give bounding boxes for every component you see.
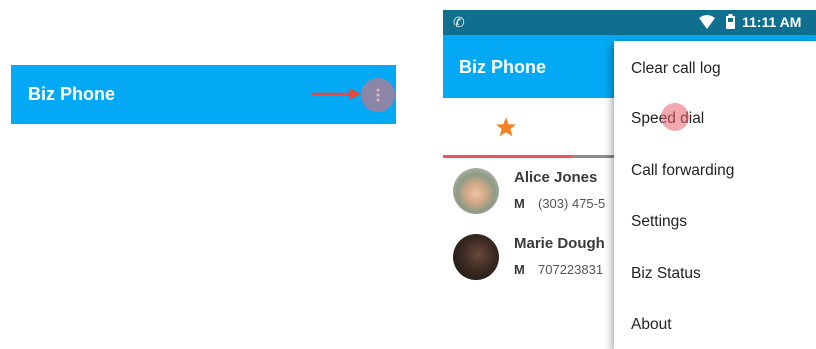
left-app-title: Biz Phone	[28, 84, 116, 104]
menu-item-speed-dial[interactable]: Speed dial	[614, 93, 816, 144]
menu-item-about[interactable]: About	[614, 299, 816, 349]
avatar	[453, 168, 499, 214]
avatar	[453, 234, 499, 280]
menu-item-call-forwarding[interactable]: Call forwarding	[614, 145, 816, 196]
status-bar: ✆ 11:11 AM	[443, 10, 816, 35]
phone-call-icon: ✆	[453, 14, 465, 30]
star-icon	[495, 117, 517, 137]
contact-number-type: M	[514, 196, 525, 211]
menu-item-settings[interactable]: Settings	[614, 196, 816, 247]
battery-icon	[726, 14, 735, 29]
contact-number: (303) 475-5	[538, 196, 606, 211]
phone-screen: ✆ 11:11 AM Biz Phone Alice Jones M (303)…	[443, 10, 816, 349]
overflow-menu: Clear call log Speed dial Call forwardin…	[614, 41, 816, 349]
contact-name: Alice Jones	[514, 169, 598, 186]
menu-item-clear-call-log[interactable]: Clear call log	[614, 43, 816, 94]
app-title: Biz Phone	[459, 57, 547, 77]
tab-favorites[interactable]	[443, 98, 573, 156]
touch-indicator	[661, 103, 689, 131]
contact-number: 707223831	[538, 262, 604, 277]
left-overflow-menu-button[interactable]	[361, 78, 395, 112]
more-vert-icon	[376, 87, 380, 104]
contact-number-type: M	[514, 262, 525, 277]
right-arrow-icon	[311, 88, 361, 100]
status-time: 11:11 AM	[742, 14, 802, 30]
contact-name: Marie Dough	[514, 235, 605, 252]
wifi-icon	[699, 15, 715, 29]
menu-item-biz-status[interactable]: Biz Status	[614, 248, 816, 299]
left-app-bar: Biz Phone	[11, 65, 396, 124]
tab-selected-indicator	[443, 155, 573, 158]
